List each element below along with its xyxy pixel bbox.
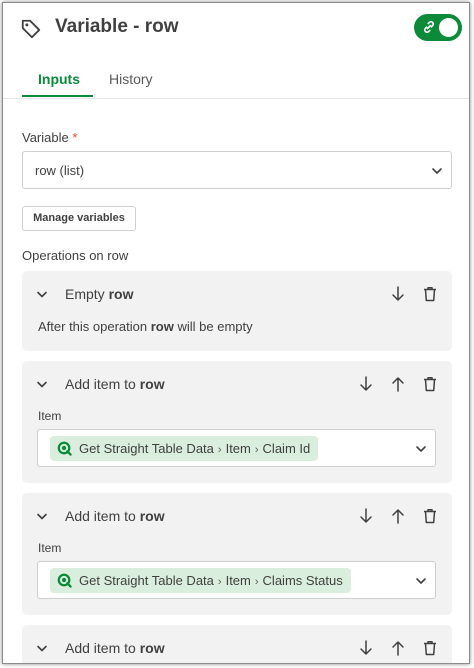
panel-title: Variable - row xyxy=(55,16,179,37)
required-mark: * xyxy=(72,130,78,145)
chevron-right-icon: › xyxy=(217,444,222,456)
manage-variables-button[interactable]: Manage variables xyxy=(22,206,136,231)
enable-toggle[interactable] xyxy=(415,15,461,40)
qlik-q-icon xyxy=(57,441,72,456)
move-up-icon[interactable] xyxy=(389,507,407,525)
trash-icon[interactable] xyxy=(421,375,439,393)
operation-title-var: row xyxy=(139,640,165,656)
chevron-right-icon: › xyxy=(217,576,222,588)
chip-part: Get Straight Table Data xyxy=(79,441,214,456)
operation-title-prefix: Empty xyxy=(65,286,105,302)
move-down-icon[interactable] xyxy=(357,639,375,657)
variable-label-text: Variable xyxy=(22,130,69,145)
collapse-caret-icon[interactable] xyxy=(35,512,49,522)
desc-suffix: will be empty xyxy=(177,319,253,334)
variable-select-value: row (list) xyxy=(35,163,85,178)
panel-header: Variable - row xyxy=(3,3,469,55)
trash-icon[interactable] xyxy=(421,639,439,657)
desc-prefix: After this operation xyxy=(38,319,148,334)
chevron-right-icon: › xyxy=(254,444,259,456)
chevron-right-icon: › xyxy=(254,576,259,588)
operation-title-var: row xyxy=(139,508,165,524)
operation-description: After this operation row will be empty xyxy=(38,319,253,334)
item-input[interactable]: Get Straight Table Data › Item › Claims Stat… xyxy=(37,561,436,599)
operation-title-prefix: Add item to xyxy=(65,640,136,656)
item-label: Item xyxy=(38,541,62,555)
operation-card-add-item: Add item to row Item Get Straight Table … xyxy=(22,361,452,483)
item-label: Item xyxy=(38,409,62,423)
operation-card-add-item: Add item to row Item Get Straight Table … xyxy=(22,493,452,615)
item-input[interactable]: Get Straight Table Data › Item › Claim Id xyxy=(37,429,436,467)
collapse-caret-icon[interactable] xyxy=(35,290,49,300)
operations-label: Operations on row xyxy=(22,248,129,263)
active-tab-indicator xyxy=(22,95,93,97)
link-icon xyxy=(424,21,434,33)
collapse-caret-icon[interactable] xyxy=(35,380,49,390)
qlik-q-icon xyxy=(57,573,72,588)
chevron-down-icon[interactable] xyxy=(415,443,427,455)
trash-icon[interactable] xyxy=(421,285,439,303)
chip-part: Item xyxy=(225,573,251,588)
chevron-down-icon xyxy=(432,168,442,174)
operation-card-add-item: Add item to row xyxy=(22,625,452,663)
operation-title-prefix: Add item to xyxy=(65,508,136,524)
chevron-down-icon[interactable] xyxy=(415,575,427,587)
variable-label: Variable * xyxy=(22,130,77,145)
chip-part: Claims Status xyxy=(262,573,343,588)
move-down-icon[interactable] xyxy=(389,285,407,303)
chip-part: Get Straight Table Data xyxy=(79,573,214,588)
operation-card-empty: Empty row After this operation row will … xyxy=(22,271,452,351)
chip-part: Item xyxy=(225,441,251,456)
tag-icon xyxy=(21,19,41,39)
operation-title: Empty row xyxy=(65,286,133,302)
desc-var: row xyxy=(150,319,174,334)
move-up-icon[interactable] xyxy=(389,375,407,393)
operation-title-var: row xyxy=(108,286,134,302)
tab-bar: Inputs History xyxy=(3,61,469,99)
data-reference-chip[interactable]: Get Straight Table Data › Item › Claim Id xyxy=(50,436,319,461)
tab-history[interactable]: History xyxy=(109,71,153,87)
operation-title: Add item to row xyxy=(65,640,165,656)
operation-title: Add item to row xyxy=(65,508,165,524)
operation-title-prefix: Add item to xyxy=(65,376,136,392)
variable-panel: Variable - row Inputs History Variable *… xyxy=(2,2,470,664)
move-down-icon[interactable] xyxy=(357,375,375,393)
variable-select[interactable]: row (list) xyxy=(22,151,452,189)
trash-icon[interactable] xyxy=(421,507,439,525)
chip-part: Claim Id xyxy=(262,441,311,456)
tab-inputs[interactable]: Inputs xyxy=(38,71,80,87)
move-up-icon[interactable] xyxy=(389,639,407,657)
data-reference-chip[interactable]: Get Straight Table Data › Item › Claims Stat… xyxy=(50,568,351,593)
operation-title: Add item to row xyxy=(65,376,165,392)
toggle-knob xyxy=(439,18,458,37)
move-down-icon[interactable] xyxy=(357,507,375,525)
collapse-caret-icon[interactable] xyxy=(35,644,49,654)
operation-title-var: row xyxy=(139,376,165,392)
